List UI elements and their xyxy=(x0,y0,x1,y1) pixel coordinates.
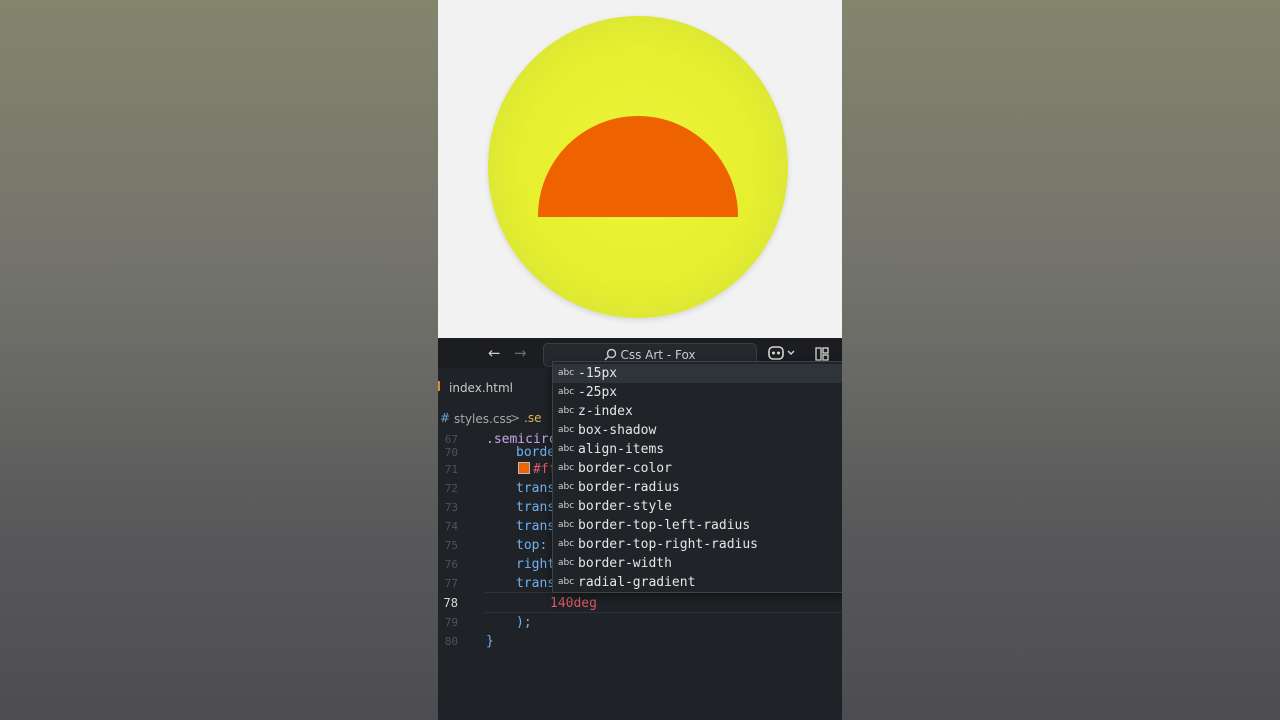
copilot-icon[interactable] xyxy=(768,345,798,361)
code-text: top: xyxy=(516,538,548,553)
code-text: trans xyxy=(516,481,556,496)
suggestion-label: border-radius xyxy=(578,480,680,495)
suggestion-label: border-width xyxy=(578,556,672,571)
suggestion-item[interactable]: abc radial-gradient xyxy=(553,573,842,592)
code-line: 79 ); xyxy=(438,613,842,632)
suggestion-item[interactable]: abc border-top-left-radius xyxy=(553,516,842,535)
search-label: Css Art - Fox xyxy=(620,348,696,362)
tab-index-html[interactable]: index.html xyxy=(449,381,513,395)
color-swatch[interactable] xyxy=(518,462,530,474)
code-text: #ff xyxy=(518,460,556,479)
code-editor: ← → Css Art - Fox index.html # styles.cs… xyxy=(438,338,842,720)
suggestion-item[interactable]: abc align-items xyxy=(553,440,842,459)
code-line-active[interactable]: 78 140deg xyxy=(438,594,842,613)
suggestion-label: z-index xyxy=(578,404,633,419)
background-blur-left xyxy=(0,0,438,720)
line-number: 75 xyxy=(444,539,458,552)
text-kind-icon: abc xyxy=(558,406,575,416)
line-number: 76 xyxy=(444,558,458,571)
text-kind-icon: abc xyxy=(558,368,575,378)
code-text: right xyxy=(516,557,556,572)
suggestion-label: border-color xyxy=(578,461,672,476)
autocomplete-suggestions: abc -15px abc -25px abc z-index abc box-shad… xyxy=(552,361,842,593)
text-kind-icon: abc xyxy=(558,577,575,587)
line-number: 77 xyxy=(444,577,458,590)
text-kind-icon: abc xyxy=(558,425,575,435)
suggestion-item[interactable]: abc border-radius xyxy=(553,478,842,497)
code-text: trans xyxy=(516,500,556,515)
suggestion-item[interactable]: abc border-top-right-radius xyxy=(553,535,842,554)
text-kind-icon: abc xyxy=(558,387,575,397)
suggestion-item[interactable]: abc border-color xyxy=(553,459,842,478)
suggestion-item[interactable]: abc z-index xyxy=(553,402,842,421)
search-icon xyxy=(604,348,617,361)
code-text: 140deg xyxy=(550,596,597,611)
code-line: 80 } xyxy=(438,632,842,651)
video-frame: ← → Css Art - Fox index.html # styles.cs… xyxy=(438,0,842,720)
css-file-icon: # xyxy=(440,411,451,425)
text-kind-icon: abc xyxy=(558,539,575,549)
breadcrumb-selector[interactable]: .se xyxy=(524,411,541,425)
code-text: ); xyxy=(516,615,532,630)
line-number: 79 xyxy=(444,616,458,629)
suggestion-label: border-top-left-radius xyxy=(578,518,751,533)
text-kind-icon: abc xyxy=(558,482,575,492)
code-text: } xyxy=(486,634,494,649)
suggestion-item[interactable]: abc box-shadow xyxy=(553,421,842,440)
background-blur-right xyxy=(842,0,1280,720)
arrow-left-icon[interactable]: ← xyxy=(488,344,501,362)
text-kind-icon: abc xyxy=(558,444,575,454)
suggestion-item[interactable]: abc -25px xyxy=(553,383,842,402)
line-number: 72 xyxy=(444,482,458,495)
line-number: 71 xyxy=(444,463,458,476)
tab-modified-marker xyxy=(438,381,444,391)
breadcrumb-separator: > xyxy=(510,411,521,425)
line-number: 80 xyxy=(444,635,458,648)
suggestion-label: border-style xyxy=(578,499,672,514)
line-number: 78 xyxy=(443,596,458,610)
text-kind-icon: abc xyxy=(558,520,575,530)
layout-icon[interactable] xyxy=(815,347,829,361)
line-number: 74 xyxy=(444,520,458,533)
suggestion-label: box-shadow xyxy=(578,423,657,438)
text-kind-icon: abc xyxy=(558,501,575,511)
css-preview xyxy=(438,0,842,338)
arrow-right-icon[interactable]: → xyxy=(514,344,527,362)
suggestion-label: -25px xyxy=(578,385,618,400)
code-text: trans xyxy=(516,519,556,534)
suggestion-label: -15px xyxy=(578,366,618,381)
suggestion-label: align-items xyxy=(578,442,665,457)
line-number: 73 xyxy=(444,501,458,514)
suggestion-item[interactable]: abc -15px xyxy=(553,364,842,383)
suggestion-label: border-top-right-radius xyxy=(578,537,759,552)
suggestion-label: radial-gradient xyxy=(578,575,696,590)
text-kind-icon: abc xyxy=(558,558,575,568)
suggestion-item[interactable]: abc border-width xyxy=(553,554,842,573)
code-text: trans xyxy=(516,576,556,591)
suggestion-item[interactable]: abc border-style xyxy=(553,497,842,516)
breadcrumb-file[interactable]: styles.css xyxy=(454,412,512,426)
text-kind-icon: abc xyxy=(558,463,575,473)
